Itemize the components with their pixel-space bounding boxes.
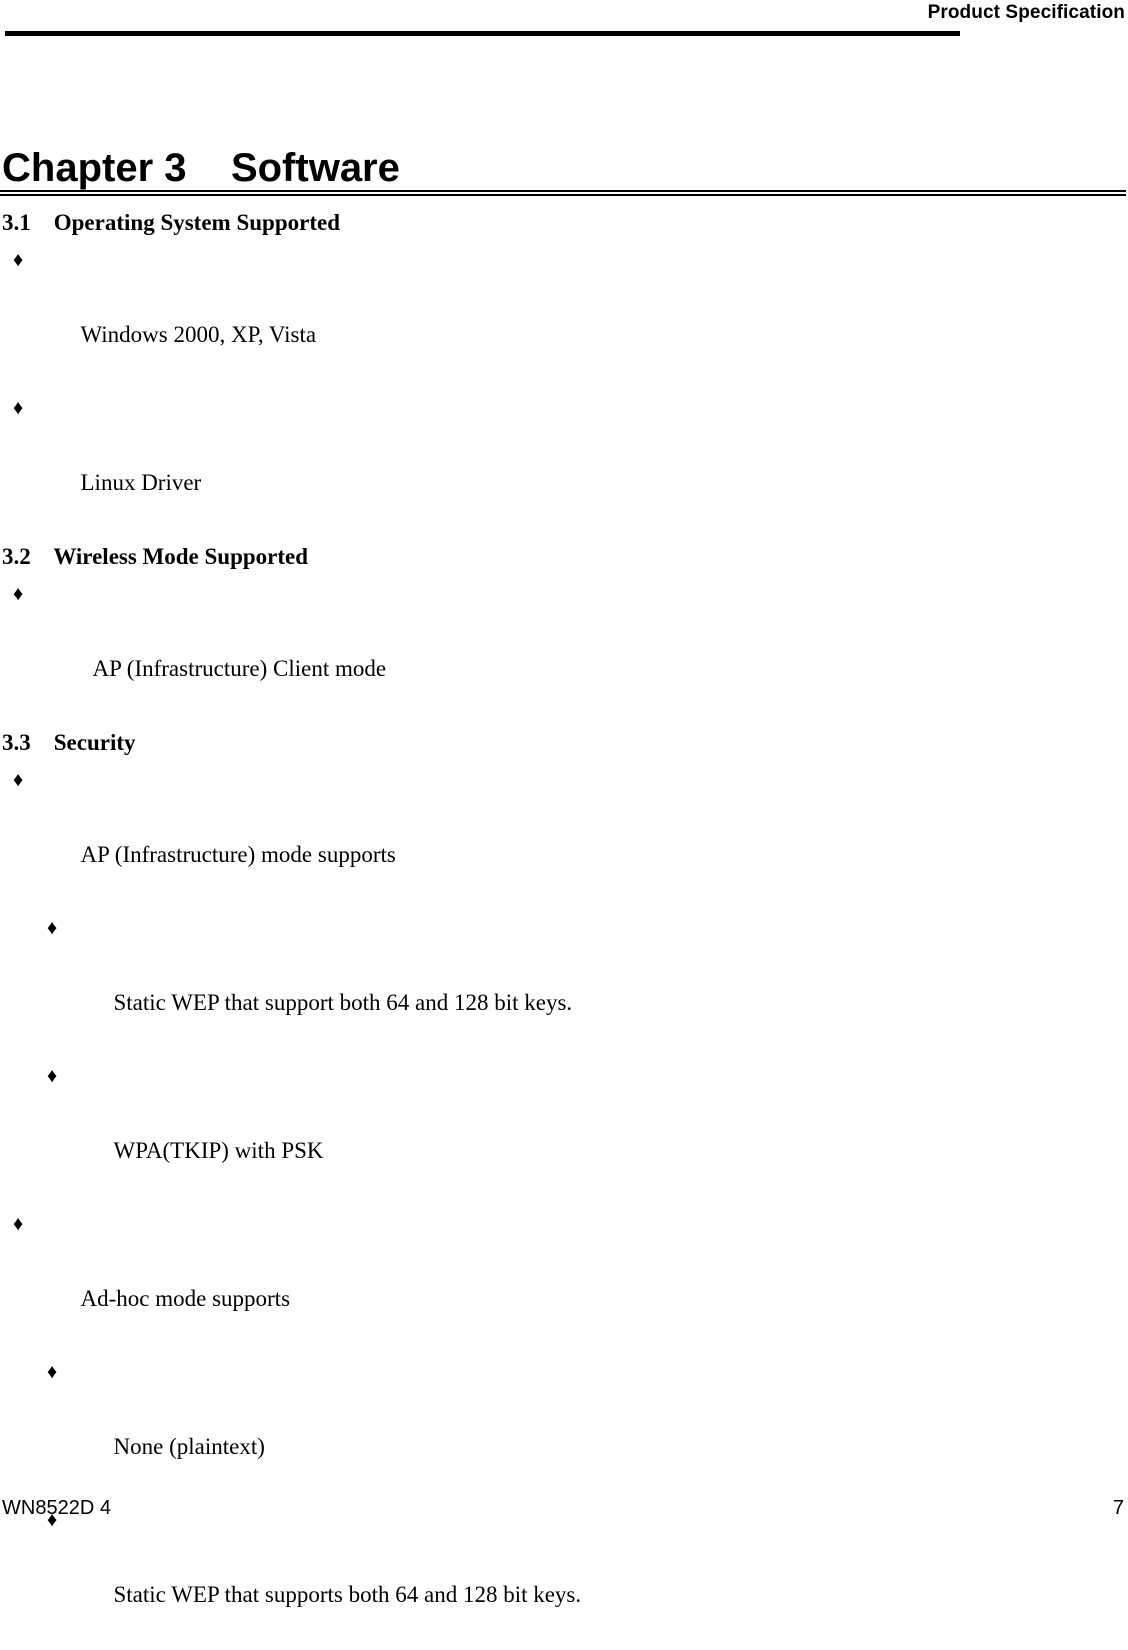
list-item: ♦ AP (Infrastructure) mode supports <box>0 762 1128 910</box>
diamond-bullet-icon: ♦ <box>47 917 58 939</box>
list-item-label: WPA(TKIP) with PSK <box>113 1138 324 1163</box>
header-title: Product Specification <box>927 2 1125 23</box>
list-item: ♦ Static WEP that support both 64 and 12… <box>0 910 1128 1058</box>
list-item-label: AP (Infrastructure) Client mode <box>92 656 387 681</box>
list-item-label: Static WEP that support both 64 and 128 … <box>113 990 573 1015</box>
footer-document-id: WN8522D 4 <box>2 1497 111 1519</box>
chapter-title: Chapter 3 Software <box>2 145 400 190</box>
list-item: ♦ Ad-hoc mode supports <box>0 1206 1128 1354</box>
section-heading-3-3: 3.3 Security <box>2 730 136 755</box>
page-header: Product Specification <box>0 0 1128 40</box>
section-divider-rule <box>0 190 1126 196</box>
list-item: ♦ WPA(TKIP) with PSK <box>0 1058 1128 1206</box>
diamond-bullet-icon: ♦ <box>13 583 24 605</box>
list-item: ♦ Linux Driver <box>0 390 1128 538</box>
list-item-label: Linux Driver <box>80 470 202 495</box>
document-page: Product Specification Chapter 3 Software… <box>0 0 1128 1607</box>
diamond-bullet-icon: ♦ <box>13 1213 24 1235</box>
list-item-label: Static WEP that supports both 64 and 128… <box>113 1582 582 1607</box>
page-footer: WN8522D 4 7 <box>0 1469 1128 1529</box>
header-rule <box>5 31 960 36</box>
list-item: ♦ AP (Infrastructure) Client mode <box>0 576 1128 724</box>
section-heading-3-2: 3.2 Wireless Mode Supported <box>2 544 309 569</box>
list-item-label: AP (Infrastructure) mode supports <box>80 842 396 867</box>
diamond-bullet-icon: ♦ <box>13 769 24 791</box>
diamond-bullet-icon: ♦ <box>47 1065 58 1087</box>
diamond-bullet-icon: ♦ <box>47 1361 58 1383</box>
section-heading-3-1: 3.1 Operating System Supported <box>2 210 340 235</box>
diamond-bullet-icon: ♦ <box>13 249 24 271</box>
list-item: ♦ Windows 2000, XP, Vista <box>0 242 1128 390</box>
list-item-label: Windows 2000, XP, Vista <box>80 322 317 347</box>
document-body: 3.1 Operating System Supported ♦ Windows… <box>0 204 1128 1650</box>
diamond-bullet-icon: ♦ <box>13 397 24 419</box>
footer-page-number: 7 <box>1112 1497 1124 1519</box>
list-item-label: None (plaintext) <box>113 1434 265 1459</box>
list-item-label: Ad-hoc mode supports <box>80 1286 291 1311</box>
